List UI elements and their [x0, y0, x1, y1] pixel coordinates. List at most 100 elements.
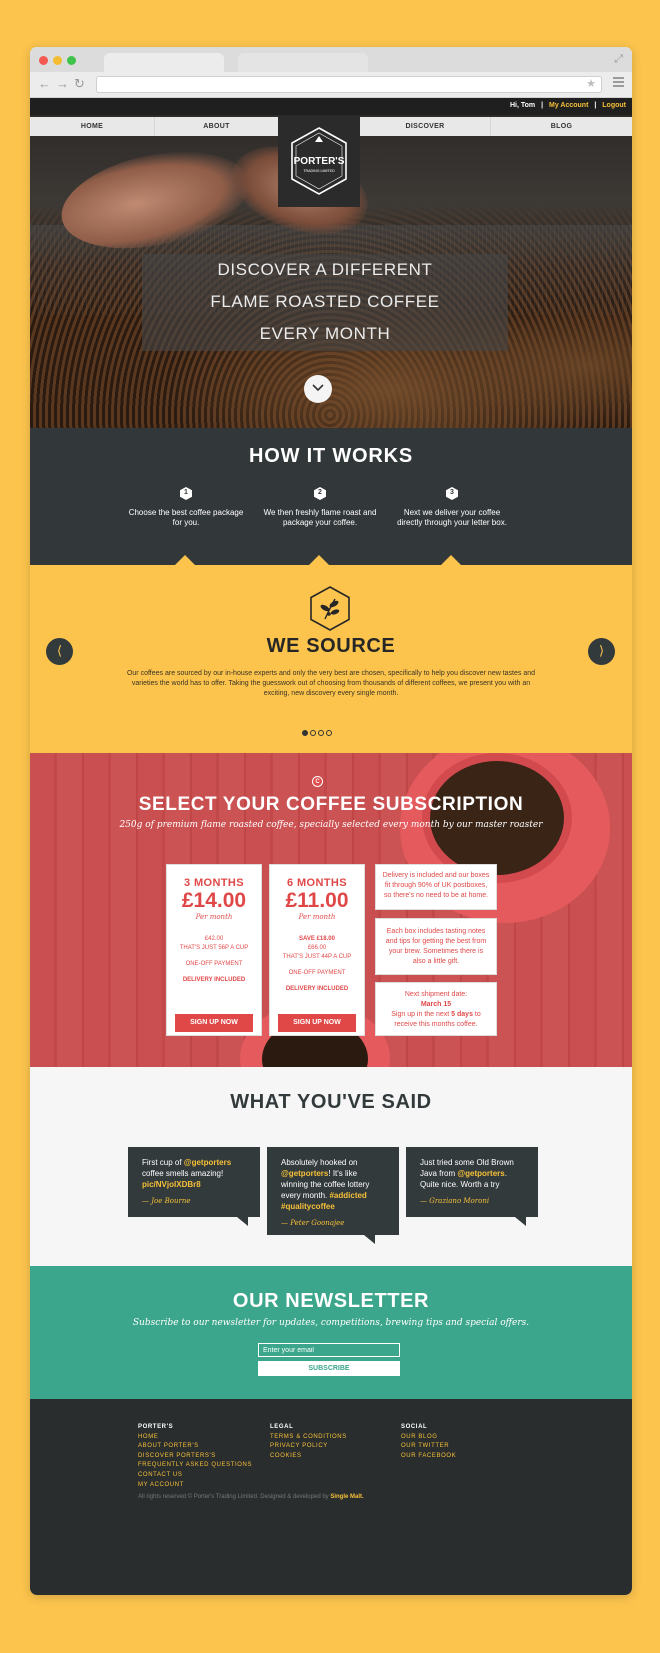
- shipment-pre: Sign up in the next: [391, 1011, 452, 1018]
- nav-item-about[interactable]: ABOUT: [154, 117, 278, 136]
- carousel-dot[interactable]: [310, 730, 316, 736]
- carousel-dot[interactable]: [318, 730, 324, 736]
- nav-item-home[interactable]: HOME: [30, 117, 154, 136]
- carousel-prev-button[interactable]: ⟨: [46, 638, 73, 665]
- plan-term: 3 MONTHS: [183, 877, 245, 889]
- plan-total: £42.00: [204, 936, 224, 942]
- nav-item-blog[interactable]: BLOG: [490, 117, 632, 136]
- coffee-plant-icon: [310, 586, 350, 631]
- tweet-link[interactable]: pic/NVjoIXDBr8: [142, 1180, 201, 1189]
- shipment-date: March 15: [420, 1001, 452, 1008]
- separator: |: [594, 102, 597, 109]
- footer-link-facebook[interactable]: OUR FACEBOOK: [401, 1452, 456, 1462]
- speech-bubble-tail: [364, 1235, 375, 1244]
- plan-price: £14.00: [181, 889, 247, 912]
- footer-link-privacy[interactable]: PRIVACY POLICY: [270, 1442, 347, 1452]
- footer-column-porters: PORTER'S HOME ABOUT PORTER'S DISCOVER PO…: [138, 1423, 252, 1490]
- developer-link[interactable]: Single Malt.: [330, 1494, 363, 1500]
- account-bar: Hi, Tom | My Account | Logout: [30, 98, 632, 115]
- we-source-title: WE SOURCE: [266, 635, 396, 657]
- carousel-next-button[interactable]: ⟩: [588, 638, 615, 665]
- maximize-window-icon[interactable]: [67, 56, 76, 65]
- scroll-down-button[interactable]: [304, 375, 332, 403]
- nav-item-discover[interactable]: DISCOVER: [360, 117, 490, 136]
- plan-delivery: DELIVERY INCLUDED: [285, 986, 349, 992]
- logout-link[interactable]: Logout: [602, 102, 626, 109]
- porters-logo[interactable]: PORTER'S TRADING LIMITED: [278, 115, 360, 207]
- browser-tab[interactable]: [104, 53, 224, 72]
- plan-card-6-months: 6 MONTHS £11.00 Per month SAVE £18.00 £6…: [269, 864, 365, 1036]
- greeting: Hi, Tom: [509, 102, 536, 109]
- carousel-dot[interactable]: [326, 730, 332, 736]
- tweet-text: Absolutely hooked on: [281, 1158, 358, 1167]
- tweet-text: coffee smells amazing!: [142, 1169, 224, 1178]
- subscribe-button[interactable]: SUBSCRIBE: [258, 1361, 400, 1376]
- tweet-handle[interactable]: @getporters: [281, 1169, 328, 1178]
- bookmark-star-icon[interactable]: ★: [586, 77, 596, 90]
- fullscreen-icon[interactable]: ⤢: [614, 53, 623, 66]
- footer-link-twitter[interactable]: OUR TWITTER: [401, 1442, 456, 1452]
- step-pointer: [309, 555, 329, 565]
- footer-link-about[interactable]: ABOUT PORTER'S: [138, 1442, 252, 1452]
- plan-total: £66.00: [307, 945, 327, 951]
- footer-column-social: SOCIAL OUR BLOG OUR TWITTER OUR FACEBOOK: [401, 1423, 456, 1461]
- speech-bubble-tail: [237, 1217, 248, 1226]
- coffee-bean-icon: C: [312, 776, 323, 787]
- copyright: All rights reserved © Porter's Trading L…: [138, 1494, 364, 1500]
- footer-link-home[interactable]: HOME: [138, 1433, 252, 1443]
- step-1: 1 Choose the best coffee package for you…: [126, 487, 246, 528]
- hero-line-1: DISCOVER A DIFFERENT: [217, 260, 433, 279]
- plan-per-cup: THAT'S JUST 56P A CUP: [179, 945, 249, 951]
- sign-up-button[interactable]: SIGN UP NOW: [278, 1014, 356, 1032]
- footer-link-cookies[interactable]: COOKIES: [270, 1452, 347, 1462]
- footer-link-contact[interactable]: CONTACT US: [138, 1471, 252, 1481]
- footer-link-account[interactable]: MY ACCOUNT: [138, 1481, 252, 1491]
- carousel-dot[interactable]: [302, 730, 308, 736]
- footer-link-terms[interactable]: TERMS & CONDITIONS: [270, 1433, 347, 1443]
- forward-arrow-icon[interactable]: →: [56, 76, 69, 92]
- step-text: We then freshly flame roast and package …: [263, 508, 377, 527]
- close-window-icon[interactable]: [39, 56, 48, 65]
- testimonial-card: First cup of @getporters coffee smells a…: [128, 1147, 260, 1226]
- step-number: 1: [184, 489, 188, 496]
- footer-link-faq[interactable]: FREQUENTLY ASKED QUESTIONS: [138, 1461, 252, 1471]
- logo-hexagon-icon: PORTER'S TRADING LIMITED: [291, 127, 347, 195]
- back-arrow-icon[interactable]: ←: [38, 76, 51, 92]
- step-number: 3: [450, 489, 454, 496]
- chevron-down-icon: [312, 384, 324, 392]
- footer-link-blog[interactable]: OUR BLOG: [401, 1433, 456, 1443]
- sign-up-button[interactable]: SIGN UP NOW: [175, 1014, 253, 1032]
- tweet-handle[interactable]: @getporters: [457, 1169, 504, 1178]
- footer-heading: SOCIAL: [401, 1424, 428, 1430]
- how-it-works-title: HOW IT WORKS: [248, 445, 414, 467]
- browser-tab[interactable]: [238, 53, 368, 72]
- my-account-link[interactable]: My Account: [549, 102, 588, 109]
- hero-banner: HOME ABOUT DISCOVER BLOG PORTER'S TRADIN…: [30, 115, 632, 428]
- footer-column-legal: LEGAL TERMS & CONDITIONS PRIVACY POLICY …: [270, 1423, 347, 1461]
- browser-menu-icon[interactable]: [613, 77, 624, 87]
- info-card-tasting-notes: Each box includes tasting notes and tips…: [375, 918, 497, 975]
- reload-icon[interactable]: ↻: [74, 76, 85, 92]
- step-pointer: [441, 555, 461, 565]
- how-it-works-section: HOW IT WORKS 1 Choose the best coffee pa…: [30, 428, 632, 565]
- logo-subtext: TRADING LIMITED: [303, 169, 335, 173]
- subscription-tagline: 250g of premium flame roasted coffee, sp…: [119, 820, 543, 830]
- plan-term: 6 MONTHS: [286, 877, 348, 889]
- info-card-delivery: Delivery is included and our boxes fit t…: [375, 864, 497, 910]
- newsletter-email-input[interactable]: [258, 1343, 400, 1357]
- footer-link-discover[interactable]: DISCOVER PORTERS'S: [138, 1452, 252, 1462]
- address-bar[interactable]: ★: [96, 76, 602, 93]
- browser-titlebar: ⤢: [30, 47, 632, 72]
- logo-text: PORTER'S: [294, 156, 345, 167]
- copyright-text: All rights reserved © Porter's Trading L…: [138, 1494, 331, 1500]
- subscription-section: C SELECT YOUR COFFEE SUBSCRIPTION 250g o…: [30, 753, 632, 1067]
- testimonial-card: Absolutely hooked on @getporters! It's l…: [267, 1147, 399, 1244]
- tweet-handle[interactable]: @getporters: [184, 1158, 231, 1167]
- step-pointer: [175, 555, 195, 565]
- newsletter-title: OUR NEWSLETTER: [232, 1290, 430, 1312]
- plan-payment: ONE-OFF PAYMENT: [288, 970, 346, 976]
- website: Hi, Tom | My Account | Logout HOME ABOUT…: [30, 98, 632, 1595]
- minimize-window-icon[interactable]: [53, 56, 62, 65]
- we-source-section: WE SOURCE Our coffees are sourced by our…: [30, 565, 632, 753]
- plan-divider: [194, 953, 234, 960]
